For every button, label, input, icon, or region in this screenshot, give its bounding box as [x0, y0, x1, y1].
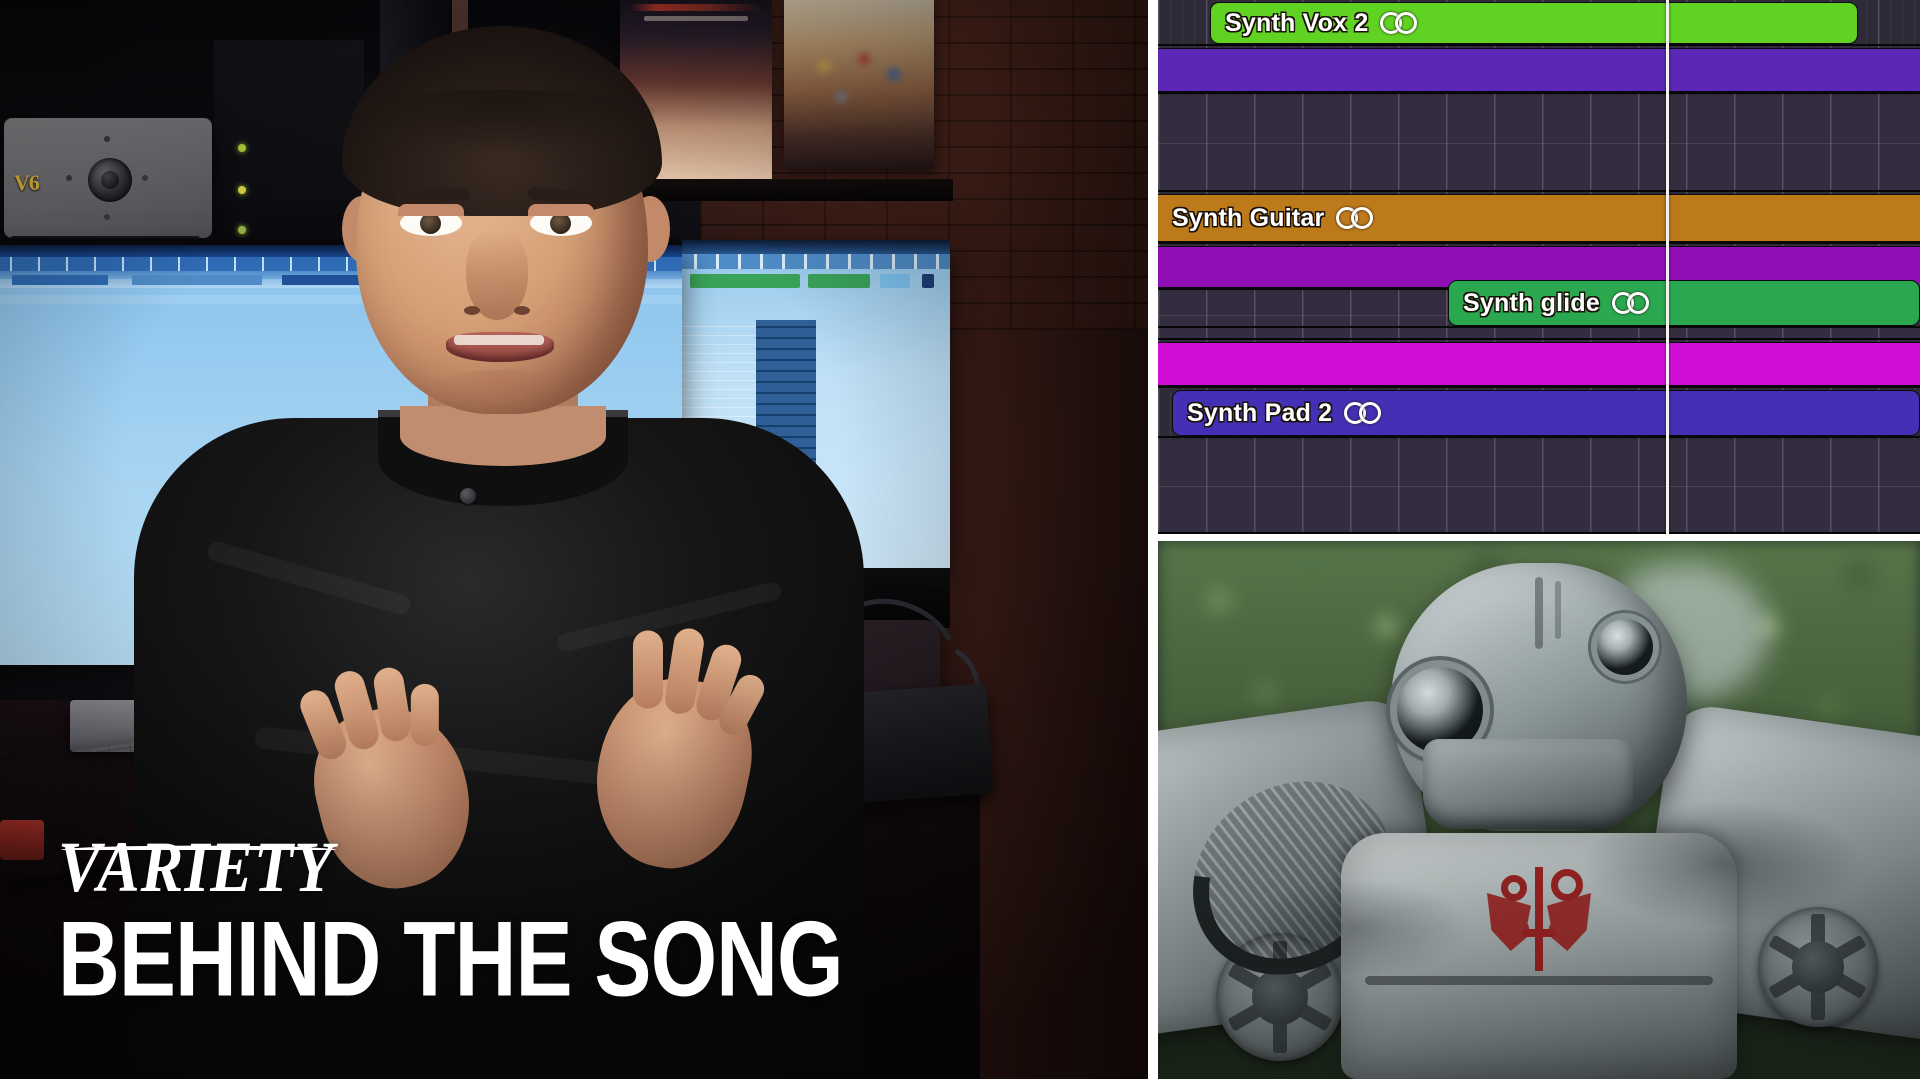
brotherhood-of-steel-emblem	[1487, 867, 1591, 971]
loop-region-icon	[1336, 207, 1376, 229]
interview-video-panel: V6 VARIETY BEHIND THE SONG	[0, 0, 1148, 1079]
speaker-brand-label: V6	[14, 170, 40, 195]
eyelid-right	[528, 204, 594, 216]
screenshot-root: V6 VARIETY BEHIND THE SONG Synth Vox 2 S…	[0, 0, 1920, 1079]
chin	[428, 370, 572, 414]
daw-region[interactable]: Synth glide	[1448, 280, 1920, 326]
hair	[334, 26, 670, 216]
red-desk-object	[0, 820, 44, 860]
daw-region[interactable]	[1158, 48, 1920, 92]
daw-track-row-3[interactable]	[1158, 96, 1920, 192]
eyelid-left	[398, 204, 464, 216]
daw-track-row-2[interactable]	[1158, 48, 1920, 94]
daw-track-synth-pad-2[interactable]: Synth Pad 2	[1158, 390, 1920, 438]
daw-region[interactable]	[1158, 342, 1920, 386]
lane-midline	[1158, 486, 1920, 487]
brand-lockup: VARIETY BEHIND THE SONG	[58, 831, 902, 1013]
region-label: Synth glide	[1449, 289, 1652, 318]
loop-region-icon	[1380, 12, 1420, 34]
daw-region[interactable]: Synth Vox 2	[1210, 2, 1858, 44]
mouth	[446, 332, 554, 362]
shirt-collar	[378, 406, 628, 506]
chest-plate	[1341, 833, 1737, 1079]
show-title: BEHIND THE SONG	[58, 900, 844, 1019]
nostril-right	[514, 306, 530, 315]
right-column: Synth Vox 2 Synth Guitar Synth glide Synth …	[1148, 0, 1920, 1079]
variety-logo: VARIETY	[58, 827, 335, 907]
lavalier-mic	[460, 488, 476, 504]
region-label: Synth Vox 2	[1211, 9, 1420, 38]
lane-midline	[1158, 143, 1920, 144]
power-armor	[1158, 541, 1920, 1079]
daw-track-synth-vox-2[interactable]: Synth Vox 2	[1158, 2, 1920, 46]
speaker-tweeter	[88, 158, 132, 202]
playhead[interactable]	[1666, 0, 1670, 534]
daw-track-synth-glide[interactable]: Synth glide	[1158, 280, 1920, 328]
helmet-lens-aux	[1597, 619, 1653, 675]
region-label: Synth Pad 2	[1173, 399, 1384, 428]
daw-track-row-8[interactable]	[1158, 342, 1920, 388]
loop-region-icon	[1611, 292, 1652, 314]
daw-region[interactable]: Synth Guitar	[1158, 194, 1920, 242]
helmet-jaw	[1423, 739, 1633, 829]
daw-track-row-10[interactable]	[1158, 440, 1920, 534]
daw-arrange-window[interactable]: Synth Vox 2 Synth Guitar Synth glide Synth …	[1158, 0, 1920, 534]
daw-track-synth-guitar[interactable]: Synth Guitar	[1158, 194, 1920, 244]
nostril-left	[464, 306, 480, 315]
loop-region-icon	[1344, 402, 1384, 424]
fallout-clip-panel	[1158, 541, 1920, 1079]
helmet	[1391, 563, 1687, 831]
daw-region[interactable]: Synth Pad 2	[1172, 390, 1920, 436]
shoulder-bolt-right	[1758, 907, 1878, 1027]
region-label: Synth Guitar	[1158, 204, 1376, 233]
